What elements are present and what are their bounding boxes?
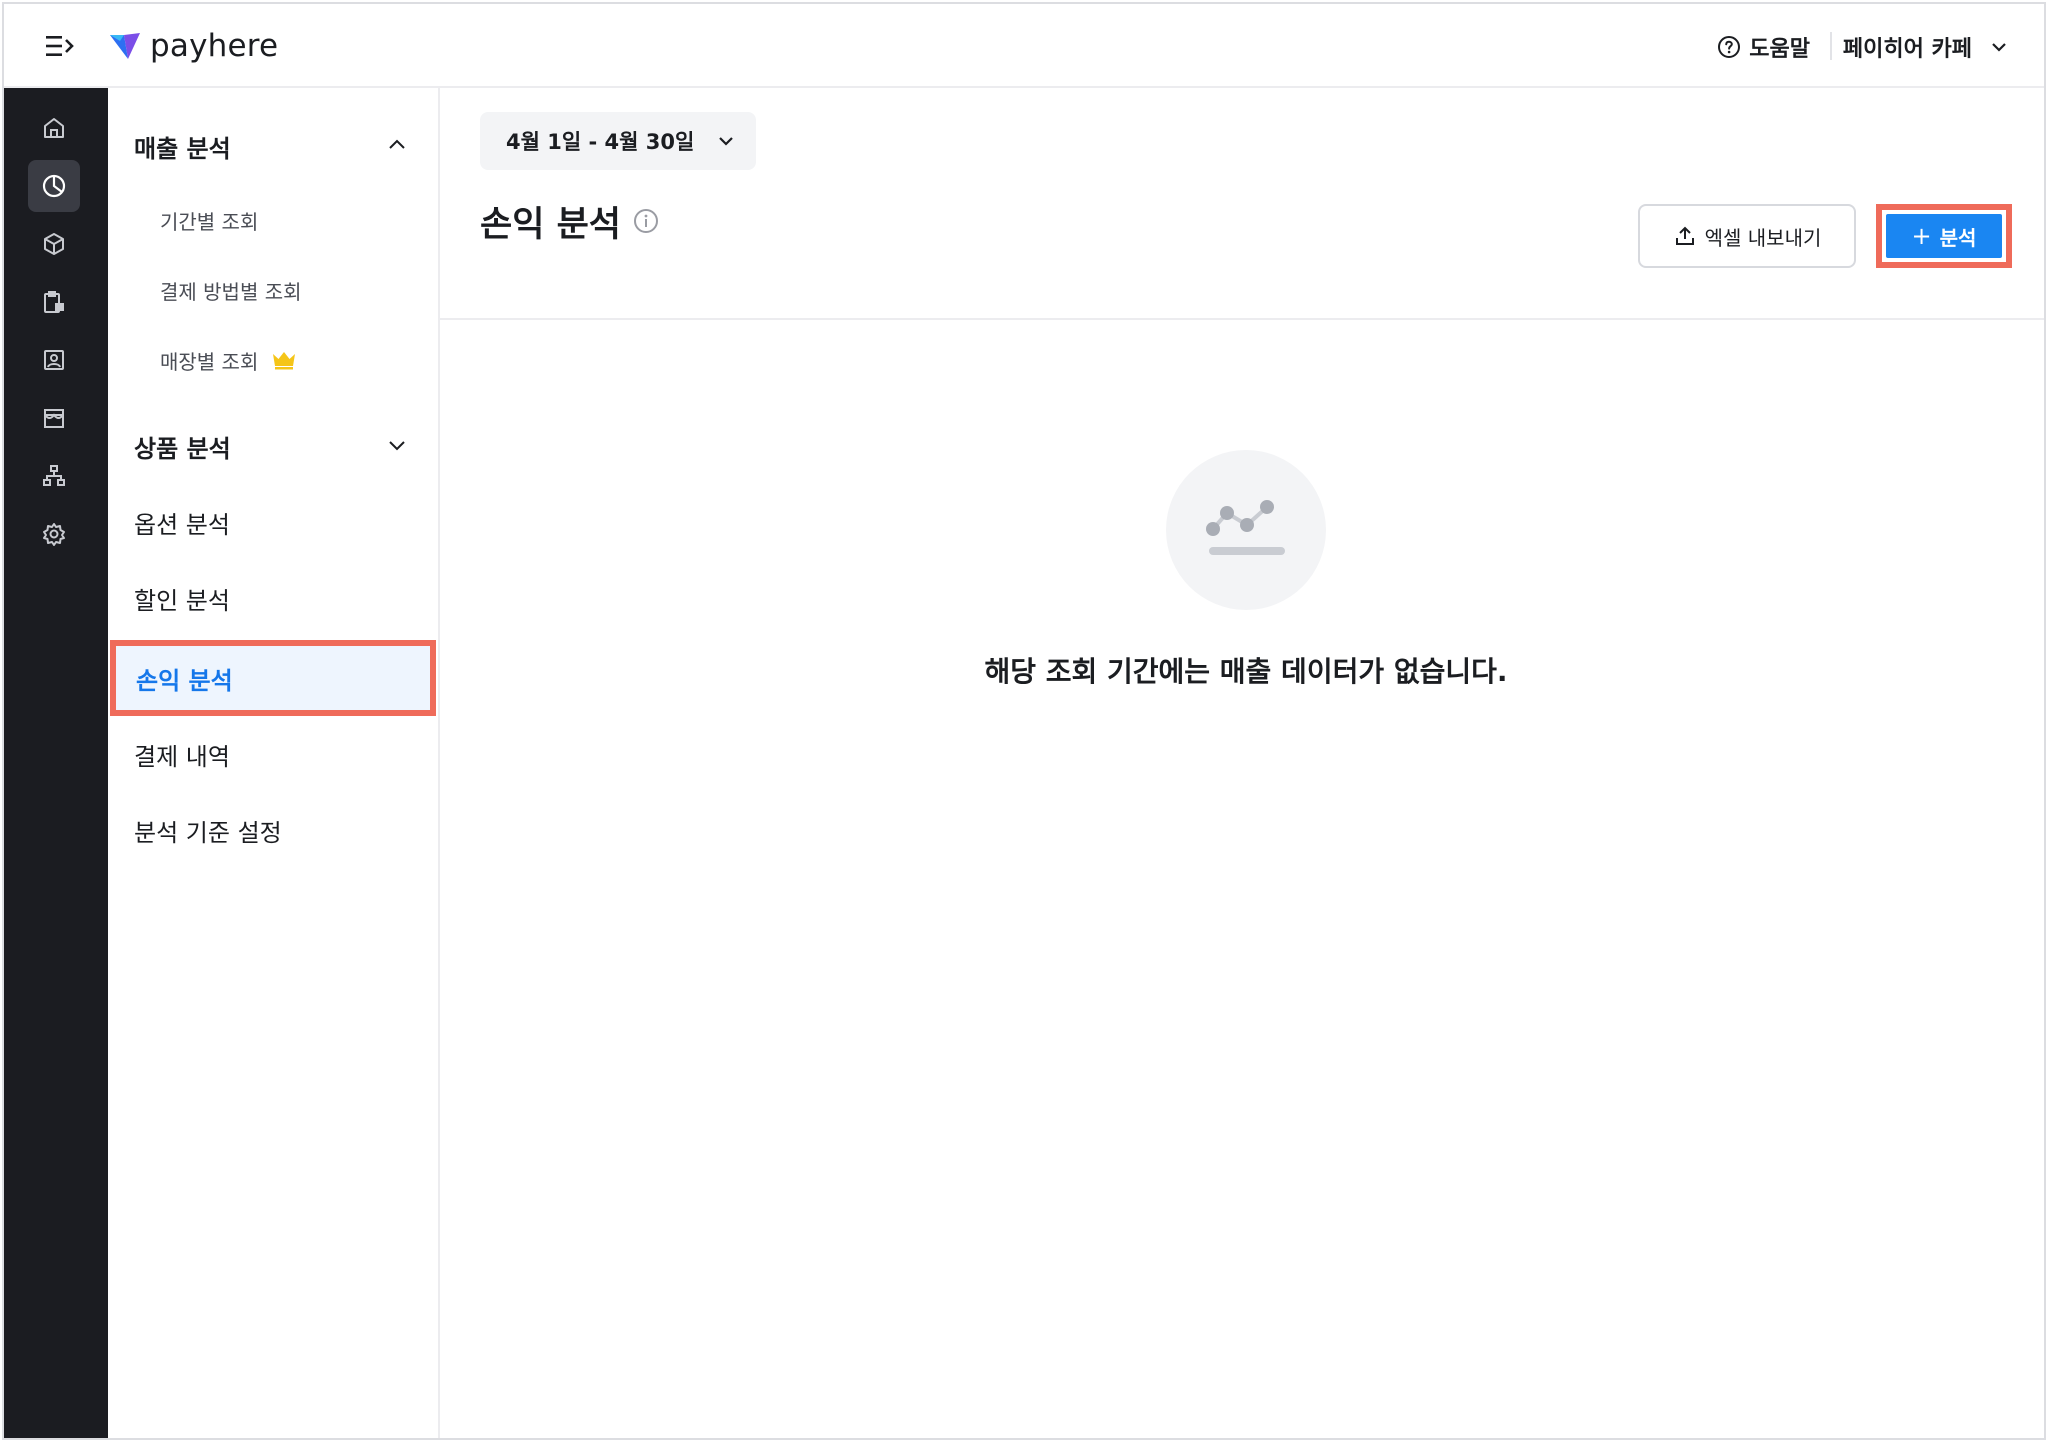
- menu-item-label: 손익 분석: [136, 666, 233, 695]
- help-button[interactable]: 도움말: [1717, 28, 1810, 66]
- menu-item-payment-history[interactable]: 결제 내역: [108, 724, 438, 784]
- empty-state-message: 해당 조회 기간에는 매출 데이터가 없습니다.: [984, 655, 1508, 688]
- org-chart-icon: [43, 465, 65, 486]
- excel-export-button[interactable]: 엑셀 내보내기: [1638, 204, 1856, 268]
- store-name: 페이히어 카페: [1842, 37, 1972, 62]
- menu-sub-by-store[interactable]: 매장별 조회: [108, 338, 438, 382]
- clipboard-icon: [44, 291, 64, 313]
- rail-item-store[interactable]: [28, 392, 80, 444]
- menu-item-option-analysis[interactable]: 옵션 분석: [108, 492, 438, 552]
- menu-sub-label: 결제 방법별 조회: [160, 279, 302, 304]
- menu-sub-label: 매장별 조회: [160, 349, 259, 374]
- rail-item-home[interactable]: [28, 102, 80, 154]
- app-window: payhere 도움말 페이히어 카페 매출 분석 기간별 조회 결제 방법별 …: [2, 2, 2046, 1440]
- info-icon[interactable]: [633, 208, 659, 234]
- menu-toggle-icon[interactable]: [40, 28, 80, 64]
- menu-item-label: 할인 분석: [134, 586, 230, 615]
- menu-sub-period[interactable]: 기간별 조회: [108, 198, 438, 242]
- store-icon: [44, 409, 64, 428]
- rail-item-contact-card[interactable]: [28, 334, 80, 386]
- menu-item-label: 분석 기준 설정: [134, 818, 282, 847]
- gear-icon: [43, 523, 65, 546]
- upload-icon: [1675, 226, 1694, 245]
- chevron-down-icon: [389, 441, 405, 451]
- menu-item-profit-analysis[interactable]: 손익 분석: [110, 640, 436, 716]
- main-content: 4월 1일 - 4월 30일 손익 분석 엑셀 내보내기 + 분석 해당 조회 …: [440, 88, 2044, 1438]
- plus-icon: +: [1911, 222, 1932, 250]
- rail-item-box[interactable]: [28, 218, 80, 270]
- chevron-down-icon: [1992, 43, 2006, 52]
- top-bar: payhere 도움말 페이히어 카페: [4, 4, 2044, 88]
- add-analysis-highlight: + 분석: [1876, 204, 2012, 268]
- store-selector[interactable]: 페이히어 카페: [1843, 28, 2008, 66]
- brand-logo[interactable]: payhere: [108, 22, 278, 70]
- menu-group-label: 매출 분석: [134, 134, 231, 163]
- menu-group-label: 상품 분석: [134, 434, 231, 463]
- rail-item-clipboard[interactable]: [28, 276, 80, 328]
- menu-item-label: 결제 내역: [134, 742, 230, 771]
- menu-sub-payment-method[interactable]: 결제 방법별 조회: [108, 268, 438, 312]
- icon-rail: [4, 88, 108, 1438]
- question-circle-icon: [1718, 36, 1741, 58]
- date-range-label: 4월 1일 - 4월 30일: [506, 130, 695, 154]
- sub-menu: 매출 분석 기간별 조회 결제 방법별 조회 매장별 조회 상품 분석 옵션 분…: [108, 88, 440, 1438]
- contact-card-icon: [44, 350, 64, 370]
- menu-group-sales-analysis[interactable]: 매출 분석: [108, 118, 438, 174]
- rail-item-gear[interactable]: [28, 508, 80, 560]
- date-range-picker[interactable]: 4월 1일 - 4월 30일: [480, 112, 756, 170]
- chevron-down-icon: [719, 137, 733, 146]
- chart-pie-icon: [42, 174, 66, 198]
- payhere-logo-icon: [110, 33, 140, 59]
- menu-item-analysis-settings[interactable]: 분석 기준 설정: [108, 800, 438, 860]
- box-icon: [44, 233, 64, 255]
- excel-export-label: 엑셀 내보내기: [1704, 225, 1822, 250]
- topbar-divider: [1830, 32, 1832, 60]
- rail-item-chart-pie[interactable]: [28, 160, 80, 212]
- menu-sub-label: 기간별 조회: [160, 209, 259, 234]
- page-title: 손익 분석: [480, 196, 659, 246]
- page-title-text: 손익 분석: [480, 204, 621, 245]
- help-label: 도움말: [1749, 37, 1810, 62]
- menu-group-product-analysis[interactable]: 상품 분석: [108, 418, 438, 474]
- menu-item-label: 옵션 분석: [134, 510, 230, 539]
- crown-icon: [273, 352, 296, 370]
- add-analysis-button[interactable]: + 분석: [1886, 214, 2002, 258]
- chevron-up-icon: [389, 139, 405, 149]
- menu-item-discount-analysis[interactable]: 할인 분석: [108, 568, 438, 628]
- rail-item-org-chart[interactable]: [28, 450, 80, 502]
- empty-chart-icon: [1166, 450, 1326, 610]
- add-analysis-label: 분석: [1939, 225, 1977, 250]
- home-icon: [44, 118, 64, 138]
- header-divider: [440, 318, 2044, 320]
- brand-name: payhere: [150, 28, 279, 64]
